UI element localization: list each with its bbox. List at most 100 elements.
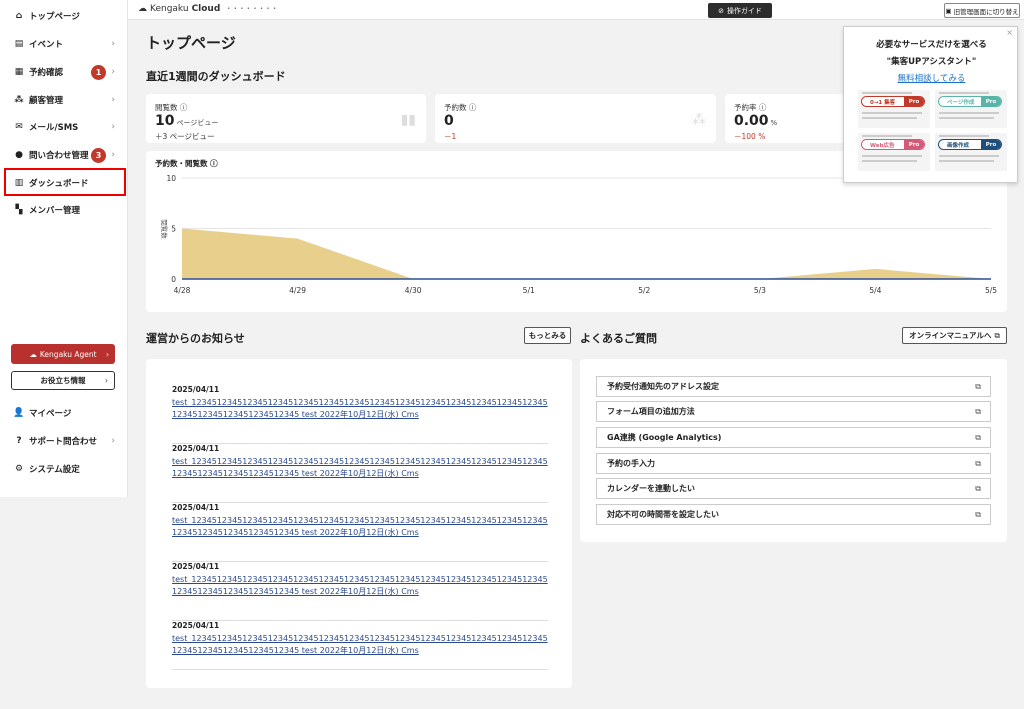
kengaku-agent-button[interactable]: ☁ Kengaku Agent › (11, 344, 115, 364)
logo-text: Kengaku (150, 4, 189, 14)
news-date: 2025/04/11 (172, 562, 220, 571)
faq-item[interactable]: 予約受付通知先のアドレス設定 ⧉ (596, 376, 991, 397)
sidebar-item-label: トップページ (29, 12, 80, 22)
sidebar-item-label: 顧客管理 (29, 96, 64, 106)
app-logo[interactable]: ☁ Kengaku Cloud • • • • • • • • (138, 4, 277, 14)
logo-subtext: • • • • • • • • (227, 6, 278, 12)
sidebar-item-inquiry[interactable]: ● 問い合わせ管理 3 › (0, 142, 128, 168)
sidebar-item-label: 予約確認 (29, 68, 64, 78)
sidebar-item-settings[interactable]: ⚙ システム設定 (0, 456, 128, 482)
sidebar-item-mail[interactable]: ✉ メール/SMS › (0, 114, 128, 140)
grid-icon: ▚ (15, 205, 23, 215)
guide-label: 操作ガイド (726, 6, 762, 15)
popup-line2: "集客UPアシスタント" (886, 57, 977, 67)
news-title: 運営からのお知らせ (146, 332, 245, 345)
news-link[interactable]: test_12345123451234512345123451234512345… (172, 633, 548, 657)
stat-diff: ＋3 ページビュー (155, 132, 215, 141)
divider (939, 135, 989, 137)
sidebar-item-reservation[interactable]: ▦ 予約確認 1 › (0, 59, 128, 85)
sidebar-item-event[interactable]: ▤ イベント › (0, 31, 128, 57)
sidebar-item-label: システム設定 (29, 465, 80, 475)
faq-item[interactable]: フォーム項目の追加方法 ⧉ (596, 401, 991, 422)
useful-info-button[interactable]: お役立ち情報 › (11, 371, 115, 390)
x-tick-label: 5/5 (985, 286, 997, 295)
external-link-icon: ⧉ (975, 381, 981, 391)
close-icon[interactable]: × (1006, 28, 1013, 37)
x-tick-label: 4/28 (174, 286, 191, 295)
sidebar-item-label: マイページ (29, 409, 72, 419)
news-item: 2025/04/11 test_1234512345123451234512345… (172, 562, 548, 621)
notification-badge: 3 (91, 147, 106, 163)
cloud-icon: ☁ (138, 4, 147, 14)
sidebar: ⌂ トップページ ▤ イベント › ▦ 予約確認 1 › ⁂ 顧客管理 › ✉ メール/SMS › … (0, 0, 128, 497)
notification-badge: 1 (91, 64, 106, 80)
switch-label: 旧管理画面に切り替え (953, 7, 1019, 16)
online-manual-button[interactable]: オンラインマニュアルへ ⧉ (902, 327, 1007, 344)
switch-legacy-button[interactable]: ▣ 旧管理画面に切り替え (944, 3, 1020, 18)
service-card[interactable]: Web広告 Pro (858, 133, 930, 171)
service-pill: 画像作成 Pro (938, 139, 1002, 150)
service-pill-label: 0→1 集客 (870, 99, 896, 106)
chevron-right-icon: › (111, 122, 115, 132)
pro-badge: Pro (904, 140, 924, 149)
x-tick-label: 5/1 (523, 286, 535, 295)
stat-label: 予約数 ⓘ (444, 103, 477, 112)
faq-item[interactable]: カレンダーを連動したい ⧉ (596, 478, 991, 499)
y-axis-label: 閲覧数 (160, 219, 169, 239)
service-pill: 0→1 集客 Pro (861, 96, 925, 107)
cloud-icon: ☁ (29, 349, 37, 359)
service-pill: ページ作成 Pro (938, 96, 1002, 107)
sidebar-item-label: メンバー管理 (29, 206, 81, 216)
sidebar-item-support[interactable]: ? サポート問合わせ › (0, 428, 128, 454)
y-tick-label: 0 (171, 275, 176, 284)
stat-value: 0 (444, 113, 454, 129)
sidebar-item-top[interactable]: ⌂ トップページ (0, 3, 128, 29)
bar-chart-icon: ▮▮ (400, 112, 416, 128)
stat-card-views: 閲覧数 ⓘ 10 ページビュー ＋3 ページビュー ▮▮ (146, 94, 426, 143)
popup-line1: 必要なサービスだけを選べる (876, 40, 987, 50)
calendar-icon: ▦ (14, 67, 24, 77)
guide-button[interactable]: ⊘ 操作ガイド (708, 3, 772, 18)
news-item: 2025/04/11 test_1234512345123451234512345… (172, 385, 548, 444)
chevron-right-icon: › (111, 150, 115, 160)
chat-icon: ● (15, 150, 23, 160)
faq-item[interactable]: 予約の手入力 ⧉ (596, 453, 991, 474)
compass-icon: ⊘ (718, 6, 724, 15)
gear-icon: ⚙ (14, 464, 24, 474)
x-tick-label: 4/30 (405, 286, 422, 295)
stat-diff: －100 % (734, 132, 766, 141)
faq-item[interactable]: 対応不可の時間帯を設定したい ⧉ (596, 504, 991, 525)
news-link[interactable]: test_12345123451234512345123451234512345… (172, 456, 548, 480)
news-link[interactable]: test_12345123451234512345123451234512345… (172, 397, 548, 421)
free-consult-link[interactable]: 無料相談してみる (844, 72, 1019, 84)
news-link[interactable]: test_12345123451234512345123451234512345… (172, 574, 548, 598)
divider (939, 117, 994, 119)
sidebar-item-label: サポート問合わせ (29, 437, 98, 447)
sidebar-item-mypage[interactable]: 👤 マイページ (0, 400, 128, 426)
chevron-right-icon: › (105, 376, 108, 385)
service-card[interactable]: ページ作成 Pro (935, 90, 1007, 128)
mail-icon: ✉ (15, 122, 23, 132)
sidebar-item-customers[interactable]: ⁂ 顧客管理 › (0, 87, 128, 113)
news-date: 2025/04/11 (172, 385, 220, 394)
users-icon: ⁂ (692, 112, 706, 128)
news-card: 2025/04/11 test_1234512345123451234512345… (146, 359, 572, 688)
x-tick-label: 5/4 (869, 286, 881, 295)
news-item: 2025/04/11 test_1234512345123451234512345… (172, 503, 548, 562)
external-link-icon: ⧉ (975, 406, 981, 416)
divider (939, 160, 994, 162)
faq-label: フォーム項目の追加方法 (607, 407, 695, 416)
sidebar-item-label: イベント (29, 40, 64, 50)
stat-label: 閲覧数 ⓘ (155, 103, 188, 112)
home-icon: ⌂ (15, 11, 23, 21)
service-card[interactable]: 0→1 集客 Pro (858, 90, 930, 128)
service-card[interactable]: 画像作成 Pro (935, 133, 1007, 171)
sidebar-item-label: 問い合わせ管理 (29, 151, 89, 161)
stat-diff: －1 (444, 132, 457, 141)
chevron-right-icon: › (111, 39, 115, 49)
sidebar-item-members[interactable]: ▚ メンバー管理 (0, 197, 128, 223)
faq-item[interactable]: GA連携 (Google Analytics) ⧉ (596, 427, 991, 448)
news-link[interactable]: test_12345123451234512345123451234512345… (172, 515, 548, 539)
pro-badge: Pro (981, 97, 1001, 106)
news-more-button[interactable]: もっとみる (524, 327, 571, 344)
